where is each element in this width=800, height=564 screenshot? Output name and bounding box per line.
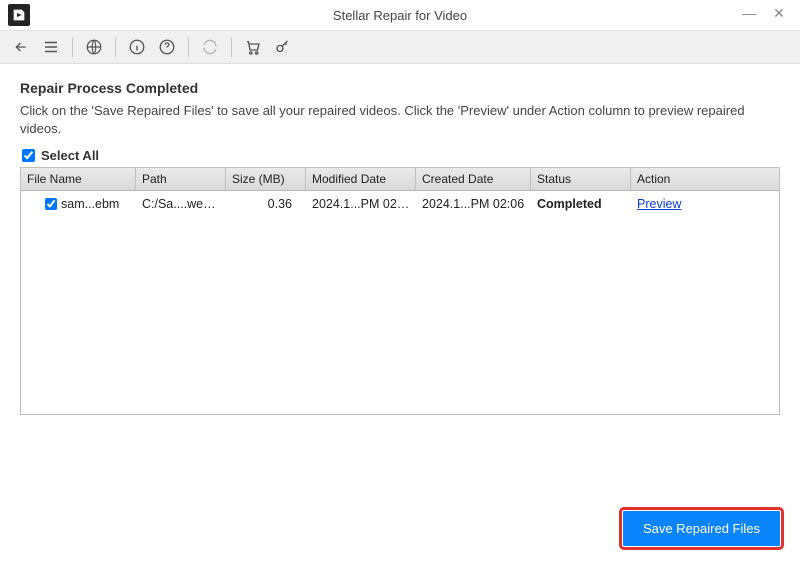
separator — [231, 37, 232, 57]
header-file-name[interactable]: File Name — [21, 168, 136, 190]
header-size[interactable]: Size (MB) — [226, 168, 306, 190]
preview-link[interactable]: Preview — [637, 197, 681, 211]
back-icon[interactable] — [10, 36, 32, 58]
cell-created: 2024.1...PM 02:06 — [416, 195, 531, 213]
cell-action: Preview — [631, 195, 779, 213]
help-icon[interactable] — [156, 36, 178, 58]
cell-file-name: sam...ebm — [21, 195, 136, 213]
header-action[interactable]: Action — [631, 168, 779, 190]
globe-icon[interactable] — [83, 36, 105, 58]
separator — [72, 37, 73, 57]
page-heading: Repair Process Completed — [20, 80, 780, 96]
separator — [115, 37, 116, 57]
close-button[interactable]: ✕ — [764, 0, 794, 26]
window-title: Stellar Repair for Video — [333, 8, 467, 23]
file-name-text: sam...ebm — [61, 197, 119, 211]
header-created[interactable]: Created Date — [416, 168, 531, 190]
page-subtext: Click on the 'Save Repaired Files' to sa… — [20, 102, 780, 138]
cell-status: Completed — [531, 195, 631, 213]
cart-icon[interactable] — [242, 36, 264, 58]
title-bar: Stellar Repair for Video — ✕ — [0, 0, 800, 30]
header-path[interactable]: Path — [136, 168, 226, 190]
window-controls: — ✕ — [734, 0, 794, 26]
separator — [188, 37, 189, 57]
table-header: File Name Path Size (MB) Modified Date C… — [21, 168, 779, 191]
menu-icon[interactable] — [40, 36, 62, 58]
row-checkbox[interactable] — [45, 198, 57, 210]
info-icon[interactable] — [126, 36, 148, 58]
select-all-row[interactable]: Select All — [20, 148, 780, 163]
cell-size: 0.36 — [226, 195, 306, 213]
minimize-button[interactable]: — — [734, 0, 764, 26]
select-all-checkbox[interactable] — [22, 149, 35, 162]
header-modified[interactable]: Modified Date — [306, 168, 416, 190]
cell-path: C:/Sa....webm — [136, 195, 226, 213]
select-all-label: Select All — [41, 148, 99, 163]
header-status[interactable]: Status — [531, 168, 631, 190]
results-table: File Name Path Size (MB) Modified Date C… — [20, 167, 780, 415]
main-content: Repair Process Completed Click on the 'S… — [0, 64, 800, 415]
table-row[interactable]: sam...ebm C:/Sa....webm 0.36 2024.1...PM… — [21, 191, 779, 217]
key-icon[interactable] — [272, 36, 294, 58]
toolbar — [0, 30, 800, 64]
refresh-icon[interactable] — [199, 36, 221, 58]
app-icon — [8, 4, 30, 26]
footer-actions: Save Repaired Files — [623, 511, 780, 546]
save-repaired-button[interactable]: Save Repaired Files — [623, 511, 780, 546]
cell-modified: 2024.1...PM 02:07 — [306, 195, 416, 213]
